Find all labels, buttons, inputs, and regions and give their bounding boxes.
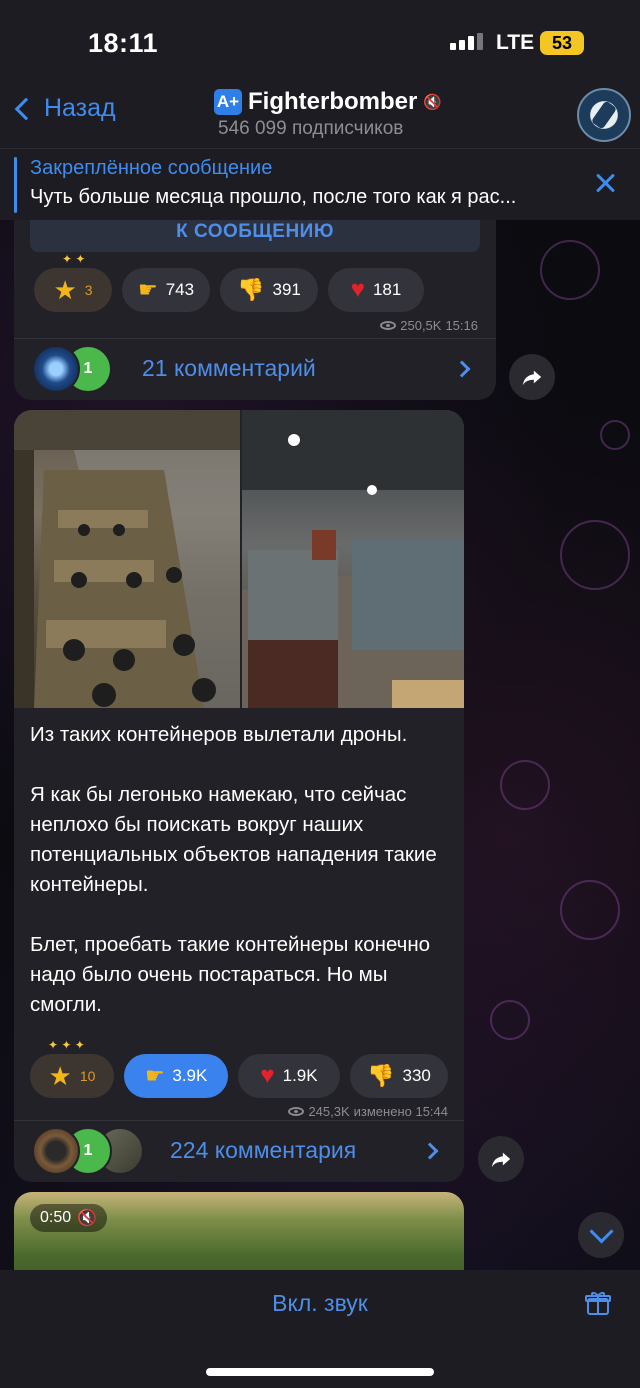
share-icon	[491, 1152, 511, 1168]
eye-icon	[380, 321, 397, 330]
reaction-pointing[interactable]: ☚ 743	[122, 268, 210, 312]
eye-icon	[288, 1107, 305, 1116]
message-text: Из таких контейнеров вылетали дроны. Я к…	[30, 723, 437, 1016]
message-time: 15:16	[445, 318, 478, 333]
back-label: Назад	[44, 94, 116, 122]
mute-icon: 🔇	[423, 94, 443, 111]
message-bubble: К СООБЩЕНИЮ ✦ ✦ ★ 3 ☚ 743 👎 391 ♥ 181 25…	[14, 220, 496, 400]
avatar	[32, 1126, 80, 1175]
video-duration-badge: 0:50 🔇	[30, 1204, 108, 1232]
star-icon: ★	[48, 1060, 72, 1091]
status-bar: 18:11 LTE 53	[0, 0, 640, 88]
scroll-down-button[interactable]	[578, 1212, 624, 1258]
video-message[interactable]: 0:50 🔇	[14, 1192, 464, 1282]
reaction-count: 330	[402, 1066, 431, 1085]
star-reaction[interactable]: ✦ ✦ ✦ ★ 10	[30, 1038, 114, 1098]
reaction-thumbs-down[interactable]: 👎 391	[220, 268, 318, 312]
commenter-avatars: 1	[32, 1126, 170, 1175]
view-count: 245,3K	[308, 1104, 350, 1119]
sparkle-icon: ✦ ✦	[62, 252, 86, 266]
message-meta: 250,5K 15:16	[380, 318, 478, 333]
status-time: 18:11	[88, 28, 159, 58]
reaction-thumbs-down[interactable]: 👎 330	[350, 1054, 448, 1098]
heart-icon: ♥	[350, 276, 365, 303]
sparkle-icon: ✦ ✦ ✦	[48, 1038, 85, 1052]
comments-button[interactable]: 1 21 комментарий	[14, 338, 496, 398]
bottom-bar: Вкл. звук	[0, 1270, 640, 1388]
share-button[interactable]	[509, 354, 555, 400]
doodle	[560, 520, 630, 590]
pointing-hand-icon: ☚	[137, 277, 158, 302]
chevron-right-icon	[421, 1142, 439, 1159]
gift-icon[interactable]	[585, 1290, 611, 1316]
comments-label: 224 комментария	[170, 1137, 357, 1163]
network-label: LTE	[496, 31, 535, 54]
heart-icon: ♥	[260, 1062, 275, 1089]
star-reaction[interactable]: ✦ ✦ ★ 3	[34, 252, 112, 312]
channel-name: Fighterbomber	[248, 88, 418, 115]
reaction-heart[interactable]: ♥ 1.9K	[238, 1054, 340, 1098]
pinned-message-bar[interactable]: Закреплённое сообщение Чуть больше месяц…	[0, 148, 640, 220]
pointing-hand-icon: ☚	[144, 1063, 165, 1088]
thumbs-down-icon: 👎	[237, 277, 265, 302]
comments-label: 21 комментарий	[142, 355, 316, 381]
signal-icon	[450, 33, 483, 50]
reaction-pointing[interactable]: ☚ 3.9K	[124, 1054, 228, 1098]
reaction-count: 181	[372, 280, 402, 299]
share-icon	[522, 370, 542, 386]
doodle	[540, 240, 600, 300]
commenter-avatars: 1	[32, 344, 142, 393]
unmute-button[interactable]: Вкл. звук	[0, 1290, 640, 1317]
chevron-right-icon	[453, 360, 471, 377]
battery-icon: 53	[540, 31, 584, 55]
reaction-count: 1.9K	[282, 1066, 318, 1085]
doodle	[600, 420, 630, 450]
channel-badge-icon: A+	[214, 89, 242, 115]
avatar	[32, 344, 80, 393]
reaction-count: 3.9K	[172, 1066, 208, 1085]
close-icon[interactable]	[592, 169, 620, 197]
channel-avatar[interactable]	[577, 88, 631, 142]
home-indicator	[206, 1368, 434, 1376]
thumbs-down-icon: 👎	[367, 1063, 395, 1088]
reaction-count: 743	[165, 280, 195, 299]
pinned-text: Чуть больше месяца прошло, после того ка…	[30, 186, 517, 208]
video-duration: 0:50	[40, 1209, 72, 1226]
star-icon: ★	[53, 274, 77, 305]
comments-button[interactable]: 1 224 комментария	[14, 1120, 464, 1180]
doodle	[500, 760, 550, 810]
reactions: ✦ ✦ ★ 3 ☚ 743 👎 391 ♥ 181	[34, 252, 424, 312]
message-bubble: Из таких контейнеров вылетали дроны. Я к…	[14, 410, 464, 1182]
back-button[interactable]: Назад	[10, 94, 116, 123]
chevron-left-icon	[14, 97, 38, 120]
subscriber-count: 546 099 подписчиков	[218, 118, 404, 139]
message-meta: 245,3K изменено 15:44	[288, 1104, 448, 1119]
chat-header: Назад A+ Fighterbomber 🔇 546 099 подписч…	[0, 88, 640, 148]
star-count: 10	[79, 1068, 96, 1084]
doodle	[490, 1000, 530, 1040]
share-button[interactable]	[478, 1136, 524, 1182]
pinned-indicator	[14, 157, 17, 213]
muted-speaker-icon: 🔇	[77, 1210, 98, 1227]
reactions: ✦ ✦ ✦ ★ 10 ☚ 3.9K ♥ 1.9K 👎 330	[30, 1038, 448, 1098]
doodle	[560, 880, 620, 940]
pinned-title: Закреплённое сообщение	[30, 157, 273, 179]
reaction-count: 391	[272, 280, 301, 299]
edited-time: изменено 15:44	[353, 1104, 448, 1119]
channel-title[interactable]: A+ Fighterbomber 🔇	[214, 88, 442, 116]
star-count: 3	[84, 282, 93, 298]
photo-container-hall[interactable]	[242, 410, 464, 708]
photo-drones-in-container[interactable]	[14, 410, 240, 708]
goto-message-button[interactable]: К СООБЩЕНИЮ	[30, 220, 480, 252]
view-count: 250,5K	[400, 318, 442, 333]
reaction-heart[interactable]: ♥ 181	[328, 268, 424, 312]
